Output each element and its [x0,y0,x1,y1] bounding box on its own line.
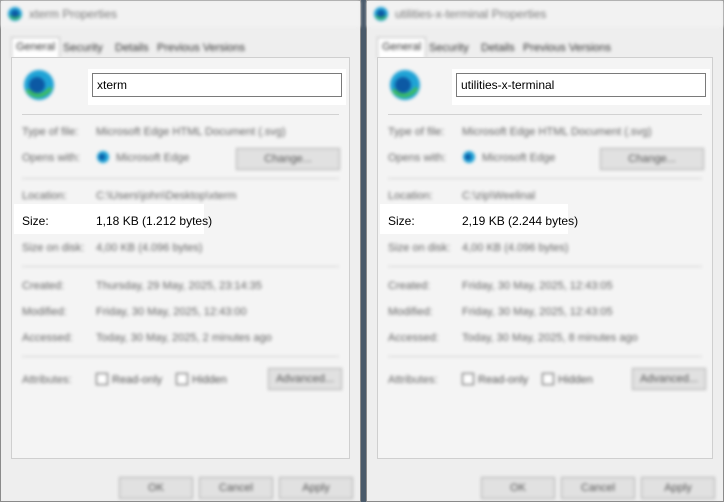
size-label: Size: [388,214,415,228]
title-bar[interactable]: xterm Properties [1,1,360,27]
separator [388,178,702,179]
ok-button[interactable]: OK [119,477,193,499]
size-label: Size: [22,214,49,228]
readonly-label: Read-only [112,374,163,386]
general-panel: xterm Type of file: Microsoft Edge HTML … [11,57,350,459]
accessed-value: Today, 30 May, 2025, 2 minutes ago [96,332,272,344]
size-on-disk-value: 4,00 KB (4.096 bytes) [462,242,569,254]
readonly-checkbox[interactable] [462,373,474,385]
tab-general[interactable]: General [11,37,61,58]
readonly-checkbox[interactable] [96,373,108,385]
opens-with-label: Opens with: [388,152,447,164]
opens-with-label: Opens with: [22,152,81,164]
type-label: Type of file: [388,126,445,138]
separator [22,356,339,357]
tab-previous-versions[interactable]: Previous Versions [523,39,611,57]
title-bar[interactable]: utilities-x-terminal Properties [367,1,723,27]
modified-value: Friday, 30 May, 2025, 12:43:00 [96,306,247,318]
location-value: C:\Users\john\Desktop\xterm [96,190,237,202]
edge-icon [97,151,109,163]
modified-value: Friday, 30 May, 2025, 12:43:05 [462,306,613,318]
cancel-button[interactable]: Cancel [561,477,635,499]
file-name-input[interactable]: utilities-x-terminal [456,73,706,97]
readonly-label: Read-only [478,374,529,386]
separator [388,356,702,357]
accessed-label: Accessed: [388,332,439,344]
created-label: Created: [22,280,65,292]
change-button[interactable]: Change... [600,148,704,170]
location-label: Location: [22,190,67,202]
size-on-disk-label: Size on disk: [388,242,451,254]
separator [22,178,339,179]
tab-previous-versions[interactable]: Previous Versions [157,39,245,57]
file-name-input[interactable]: xterm [92,73,342,97]
separator [22,266,339,267]
edge-icon [463,151,475,163]
hidden-label: Hidden [192,374,227,386]
size-on-disk-value: 4,00 KB (4.096 bytes) [96,242,203,254]
accessed-value: Today, 30 May, 2025, 8 minutes ago [462,332,638,344]
cancel-button[interactable]: Cancel [199,477,273,499]
type-value: Microsoft Edge HTML Document (.svg) [462,126,652,138]
hidden-label: Hidden [558,374,593,386]
created-value: Thursday, 29 May, 2025, 23:14:35 [96,280,262,292]
properties-dialog-left: xterm Properties General Security Detail… [0,0,361,502]
separator [388,266,702,267]
ok-button[interactable]: OK [481,477,555,499]
modified-label: Modified: [388,306,433,318]
apply-button[interactable]: Apply [641,477,715,499]
advanced-button[interactable]: Advanced... [632,368,706,390]
created-value: Friday, 30 May, 2025, 12:43:05 [462,280,613,292]
tab-general[interactable]: General [377,37,427,58]
tab-security[interactable]: Security [63,39,103,57]
type-value: Microsoft Edge HTML Document (.svg) [96,126,286,138]
edge-icon [24,70,54,100]
edge-icon [8,7,22,21]
type-label: Type of file: [22,126,79,138]
edge-icon [390,70,420,100]
opens-with-value: Microsoft Edge [482,152,556,164]
separator [388,114,702,115]
accessed-label: Accessed: [22,332,73,344]
modified-label: Modified: [22,306,67,318]
size-value: 2,19 KB (2.244 bytes) [462,214,579,228]
size-on-disk-label: Size on disk: [22,242,85,254]
change-button[interactable]: Change... [236,148,340,170]
tab-details[interactable]: Details [115,39,149,57]
window-title: utilities-x-terminal Properties [395,7,547,21]
attributes-label: Attributes: [22,374,72,386]
apply-button[interactable]: Apply [279,477,353,499]
properties-dialog-right: utilities-x-terminal Properties General … [366,0,724,502]
size-value: 1,18 KB (1.212 bytes) [96,214,213,228]
tab-security[interactable]: Security [429,39,469,57]
attributes-label: Attributes: [388,374,438,386]
general-panel: utilities-x-terminal Type of file: Micro… [377,57,713,459]
location-value: C:\zip\Weelinal [462,190,536,202]
hidden-checkbox[interactable] [176,373,188,385]
edge-icon [374,7,388,21]
opens-with-value: Microsoft Edge [116,152,190,164]
window-title: xterm Properties [29,7,118,21]
separator [22,114,339,115]
tab-details[interactable]: Details [481,39,515,57]
location-label: Location: [388,190,433,202]
advanced-button[interactable]: Advanced... [268,368,342,390]
hidden-checkbox[interactable] [542,373,554,385]
created-label: Created: [388,280,431,292]
